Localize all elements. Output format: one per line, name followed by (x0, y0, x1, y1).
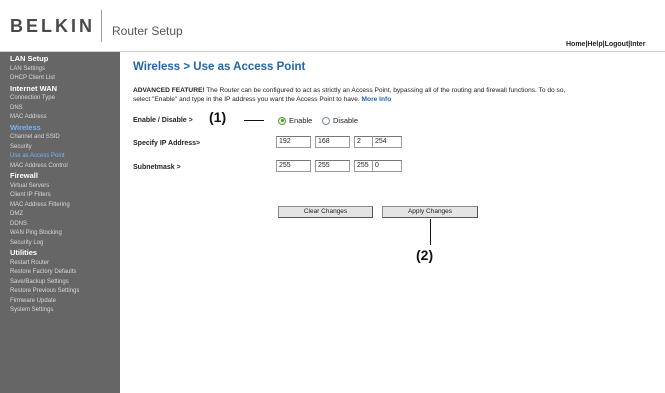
advanced-feature-label: ADVANCED FEATURE! (133, 87, 205, 94)
sidebar-item-mac-address-control[interactable]: MAC Address Control (0, 162, 120, 172)
sidebar-nav: LAN Setup LAN Settings DHCP Client List Int… (0, 52, 120, 393)
ip-address-label: Specify IP Address> (133, 140, 201, 147)
subnet-octet-4[interactable]: 0 (372, 160, 402, 172)
sidebar-item-mac-address[interactable]: MAC Address (0, 113, 120, 123)
sidebar-item-dns[interactable]: DNS (0, 104, 120, 114)
main-content: Wireless > Use as Access Point ADVANCED … (120, 52, 665, 393)
sidebar-section-internet-wan[interactable]: Internet WAN (0, 84, 120, 95)
description: ADVANCED FEATURE! The Router can be conf… (133, 86, 583, 104)
help-link[interactable]: Help (587, 41, 602, 48)
sidebar-section-wireless[interactable]: Wireless (0, 123, 120, 134)
sidebar-item-ddns[interactable]: DDNS (0, 220, 120, 230)
sidebar-item-lan-settings[interactable]: LAN Settings (0, 65, 120, 75)
ip-octet-1[interactable]: 192 (276, 136, 311, 148)
sidebar-item-channel-and-ssid[interactable]: Channel and SSID (0, 133, 120, 143)
enable-disable-label: Enable / Disable > (133, 117, 193, 124)
sidebar-item-save-backup-settings[interactable]: Save/Backup Settings (0, 278, 120, 288)
disable-radio[interactable]: Disable (322, 116, 358, 125)
callout-1: (1) (209, 109, 227, 125)
callout-2-leader-line (430, 219, 431, 245)
clear-changes-button[interactable]: Clear Changes (278, 206, 373, 218)
sidebar-item-dmz[interactable]: DMZ (0, 210, 120, 220)
sidebar-item-mac-address-filtering[interactable]: MAC Address Filtering (0, 201, 120, 211)
subnet-octet-1[interactable]: 255 (276, 160, 311, 172)
sidebar-item-virtual-servers[interactable]: Virtual Servers (0, 182, 120, 192)
apply-changes-button[interactable]: Apply Changes (382, 206, 478, 218)
ip-octet-4[interactable]: 254 (372, 136, 402, 148)
sidebar-item-system-settings[interactable]: System Settings (0, 306, 120, 316)
enable-radio-label: Enable (289, 116, 313, 125)
sidebar-item-firmware-update[interactable]: Firmware Update (0, 297, 120, 307)
sidebar-item-security[interactable]: Security (0, 143, 120, 153)
belkin-logo: BELKIN (10, 16, 95, 36)
header: BELKIN Router Setup Home|Help|Logout|Int… (0, 0, 665, 52)
sidebar-section-firewall[interactable]: Firewall (0, 171, 120, 182)
sidebar-item-use-as-access-point[interactable]: Use as Access Point (0, 152, 120, 162)
sidebar-item-connection-type[interactable]: Connection Type (0, 94, 120, 104)
sidebar-section-utilities[interactable]: Utilities (0, 248, 120, 259)
sidebar-item-security-log[interactable]: Security Log (0, 239, 120, 249)
sidebar-section-lan-setup[interactable]: LAN Setup (0, 54, 120, 65)
callout-1-leader-line (244, 120, 264, 121)
header-links: Home|Help|Logout|Inter (566, 40, 645, 49)
callout-2: (2) (416, 247, 434, 263)
sidebar-item-dhcp-client-list[interactable]: DHCP Client List (0, 74, 120, 84)
sidebar-item-restart-router[interactable]: Restart Router (0, 259, 120, 269)
home-link[interactable]: Home (566, 41, 585, 48)
sidebar-item-wan-ping-blocking[interactable]: WAN Ping Blocking (0, 229, 120, 239)
internet-status-link[interactable]: Inter (630, 41, 645, 48)
page-title: Wireless > Use as Access Point (133, 61, 306, 73)
logo-divider (101, 10, 102, 42)
subnet-mask-label: Subnetmask > (133, 164, 181, 171)
more-info-link[interactable]: More Info (362, 96, 392, 103)
subnet-octet-2[interactable]: 255 (315, 160, 350, 172)
radio-selected-icon (278, 116, 286, 125)
logout-link[interactable]: Logout (605, 41, 629, 48)
sidebar-item-client-ip-filters[interactable]: Client IP Filters (0, 191, 120, 201)
sidebar-item-restore-previous-settings[interactable]: Restore Previous Settings (0, 287, 120, 297)
enable-radio[interactable]: Enable (278, 116, 312, 125)
radio-unselected-icon (322, 116, 330, 125)
disable-radio-label: Disable (333, 116, 359, 125)
ip-octet-2[interactable]: 168 (315, 136, 350, 148)
sidebar-item-restore-factory-defaults[interactable]: Restore Factory Defaults (0, 268, 120, 278)
app-title: Router Setup (112, 24, 183, 38)
